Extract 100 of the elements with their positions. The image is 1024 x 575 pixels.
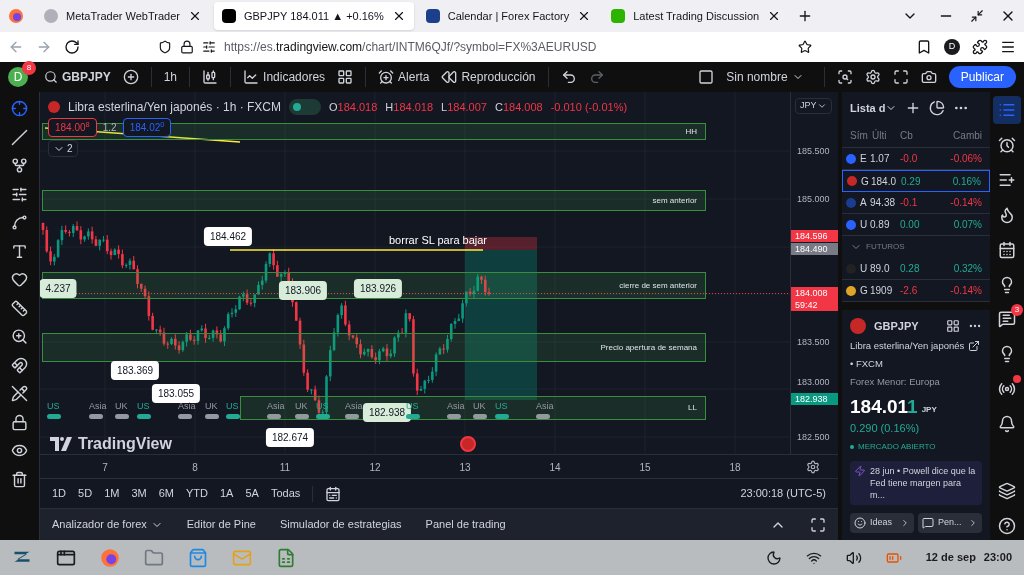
chevron-icon (900, 517, 910, 528)
eye-icon[interactable] (11, 442, 28, 459)
browser-tab[interactable]: Calendar | Forex Factory (417, 2, 600, 30)
column-header[interactable]: Cambi (930, 128, 986, 143)
settings-icon[interactable] (806, 460, 820, 474)
bookmark-icon[interactable] (916, 39, 932, 55)
settings-icon[interactable] (864, 69, 881, 85)
timeframe-button[interactable]: 3M (131, 485, 147, 502)
volume-icon[interactable] (845, 549, 862, 566)
crosshair-icon[interactable] (11, 100, 28, 117)
row-change: -0.1 (900, 196, 919, 210)
redo-icon[interactable] (588, 69, 605, 85)
timeframe-button[interactable]: 1M (104, 485, 120, 502)
fullscreen-icon[interactable] (892, 69, 909, 85)
replay-button[interactable]: Reproducción (441, 68, 536, 86)
row-symbol: G (860, 174, 870, 189)
browser-tab[interactable]: GBPJPY 184.011 ▲ +0.16% (213, 2, 414, 30)
notification-badge: 3 (1011, 303, 1023, 316)
axis-tick-label: 11 (279, 461, 291, 475)
news-card[interactable]: 28 jun • Powell dice que la Fed tiene margen para m... (850, 460, 982, 505)
timeframe-button[interactable]: 5A (245, 485, 259, 502)
grid-icon[interactable] (946, 319, 960, 334)
timeframe-button[interactable]: 1D (52, 485, 67, 502)
pattern-icon[interactable] (11, 214, 28, 231)
quick-search-icon[interactable] (836, 69, 853, 85)
sidebar-button[interactable]: 3 (993, 305, 1021, 334)
timeframe-button[interactable]: 6M (158, 485, 174, 502)
external-link-icon[interactable] (968, 339, 981, 352)
watchlist-title[interactable]: Lista d (850, 99, 898, 117)
camera-icon[interactable] (920, 69, 937, 85)
currency-button[interactable]: JPY (795, 98, 832, 114)
timeframe-button[interactable]: YTD (185, 485, 208, 502)
menu-icon[interactable] (1000, 39, 1016, 55)
section-label[interactable]: FUTUROS (866, 241, 905, 253)
row-symbol: E (859, 152, 868, 166)
session-label: US (226, 400, 239, 413)
browser-logo-icon[interactable] (100, 547, 120, 568)
flag-icon[interactable] (460, 436, 476, 452)
column-header[interactable]: Últi (872, 128, 900, 143)
indicators-button[interactable]: Indicadores (243, 68, 326, 86)
panel-tab[interactable]: Editor de Pine (186, 516, 256, 533)
heart-icon[interactable] (11, 271, 28, 288)
price-tag-value: 182.938 (795, 393, 829, 405)
magnet-icon[interactable] (11, 356, 28, 374)
lock-icon[interactable] (11, 413, 28, 431)
alert-button[interactable]: Alerta (378, 68, 430, 86)
browser-tab[interactable]: MetaTrader WebTrader (36, 2, 210, 30)
timeframe-button[interactable]: 5D (78, 485, 93, 502)
spread-value: 1.2 (102, 121, 117, 135)
price-zone[interactable]: Precio apertura de semana (42, 333, 706, 362)
row-last: 0.89 (870, 218, 891, 232)
pitchfork-icon[interactable] (11, 157, 28, 174)
shield-icon (158, 40, 172, 54)
moon-icon[interactable] (765, 549, 782, 566)
date-range-icon[interactable] (325, 485, 342, 502)
profile-avatar[interactable]: D (944, 39, 960, 55)
panel-tab[interactable]: Panel de trading (425, 516, 506, 533)
timeframe-button[interactable]: 1A (219, 485, 234, 502)
timeframe-button[interactable]: Todas (270, 485, 301, 502)
panel-tab[interactable]: Simulador de estrategias (279, 516, 402, 533)
panel-button[interactable]: Pen... (918, 512, 982, 533)
session-label: US (47, 400, 60, 413)
layout-name-button[interactable]: Sin nombre (726, 68, 804, 86)
zone-label: cierre de sem anterior (619, 279, 697, 292)
candlestick-icon[interactable] (202, 69, 219, 85)
chart-title[interactable]: Libra esterlina/Yen japonés · 1h · FXCM (68, 98, 281, 116)
trash-icon[interactable] (11, 470, 28, 488)
buy-button[interactable]: 184.02$^{0}$ (122, 118, 172, 137)
collapse-indicators-button[interactable]: 2 (48, 140, 78, 157)
spreadsheet-icon[interactable] (276, 547, 296, 568)
column-header[interactable]: Sím (846, 128, 872, 143)
zoom-in-icon[interactable] (11, 328, 28, 345)
interval-button[interactable]: 1h (163, 68, 178, 86)
reload-icon[interactable] (64, 39, 80, 55)
column-header[interactable]: Cb (900, 128, 930, 143)
symbol-search[interactable]: GBPJPY (44, 68, 111, 86)
text-icon[interactable] (11, 242, 28, 260)
session-label: US (495, 400, 508, 413)
alarm-clock-icon (998, 135, 1016, 154)
trend-line-icon[interactable] (11, 128, 28, 146)
row-symbol: G (859, 284, 869, 298)
panel-tab[interactable]: Analizador de forex (52, 516, 163, 533)
checkbox-icon[interactable] (698, 69, 715, 85)
maximize-icon[interactable] (810, 516, 826, 533)
browser-logo-icon[interactable] (8, 8, 24, 24)
ruler-icon[interactable] (11, 299, 28, 317)
layout-grid-icon[interactable] (337, 69, 354, 85)
flame-icon (998, 205, 1016, 224)
panel-button[interactable]: Ideas (850, 512, 914, 533)
sell-button[interactable]: 184.00$^{8}$ (48, 118, 97, 137)
price-zone[interactable]: sem anterior (42, 190, 706, 211)
publish-button[interactable]: Publicar (948, 66, 1016, 88)
add-symbol-icon[interactable] (122, 69, 139, 85)
pie-chart-icon[interactable] (929, 100, 946, 116)
undo-icon[interactable] (560, 69, 577, 85)
bookmark-star-icon[interactable] (798, 40, 812, 54)
restore-icon[interactable] (970, 9, 984, 23)
watchlist-row[interactable]: G 184.0 0.29 0.16% (842, 170, 990, 192)
extensions-icon[interactable] (972, 39, 988, 55)
browser-tab[interactable]: Latest Trading Discussion (603, 2, 790, 30)
